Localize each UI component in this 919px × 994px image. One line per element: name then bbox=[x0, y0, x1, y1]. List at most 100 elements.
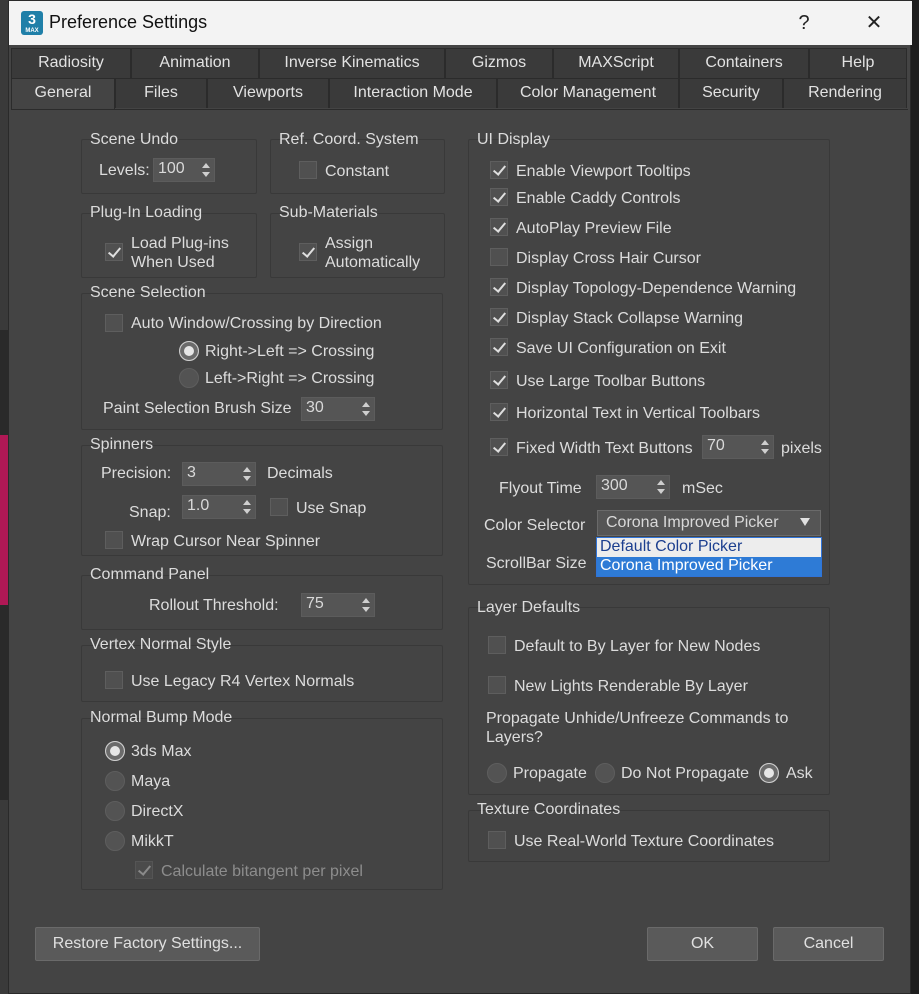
restore-factory-settings-button[interactable]: Restore Factory Settings... bbox=[35, 927, 260, 961]
flyout-time-value: 300 bbox=[601, 477, 628, 494]
brush-size-value: 30 bbox=[306, 399, 324, 416]
legacy-normals-label: Use Legacy R4 Vertex Normals bbox=[131, 673, 355, 690]
spinner-arrows-icon[interactable] bbox=[242, 498, 252, 516]
spinner-arrows-icon[interactable] bbox=[242, 465, 252, 483]
ask-radio[interactable] bbox=[759, 763, 779, 783]
tab-maxscript[interactable]: MAXScript bbox=[553, 48, 679, 78]
ref-coord-title: Ref. Coord. System bbox=[279, 131, 419, 148]
tab-radiosity[interactable]: Radiosity bbox=[11, 48, 131, 78]
fixed-width-label: Fixed Width Text Buttons bbox=[516, 440, 693, 457]
color-selector-dropdown[interactable]: Corona Improved Picker bbox=[597, 510, 821, 536]
save-ui-config-checkbox[interactable] bbox=[490, 338, 508, 356]
fixed-width-spinner[interactable]: 70 bbox=[702, 435, 774, 459]
app-logo-icon: 3 MAX bbox=[21, 11, 43, 35]
tab-security[interactable]: Security bbox=[679, 78, 783, 108]
cross-hair-label: Display Cross Hair Cursor bbox=[516, 250, 701, 267]
cross-hair-checkbox[interactable] bbox=[490, 248, 508, 266]
bump-directx-radio[interactable] bbox=[105, 801, 125, 821]
background-strip-right bbox=[911, 0, 919, 994]
fixed-width-checkbox[interactable] bbox=[490, 438, 508, 456]
spinner-arrows-icon[interactable] bbox=[361, 596, 371, 614]
right-left-crossing-radio[interactable] bbox=[179, 341, 199, 361]
preference-settings-dialog: 3 MAX Preference Settings ? ✕ Radiosity A… bbox=[8, 0, 912, 994]
rollout-threshold-label: Rollout Threshold: bbox=[149, 597, 279, 614]
lights-by-layer-checkbox[interactable] bbox=[488, 676, 506, 694]
propagate-question-2: Layers? bbox=[486, 729, 543, 746]
do-not-propagate-radio[interactable] bbox=[595, 763, 615, 783]
viewport-tooltips-checkbox[interactable] bbox=[490, 161, 508, 179]
tab-inverse-kinematics[interactable]: Inverse Kinematics bbox=[259, 48, 445, 78]
sub-materials-title: Sub-Materials bbox=[279, 204, 378, 221]
rollout-threshold-value: 75 bbox=[306, 595, 324, 612]
propagate-question-1: Propagate Unhide/Unfreeze Commands to bbox=[486, 710, 789, 727]
by-layer-nodes-checkbox[interactable] bbox=[488, 636, 506, 654]
auto-window-crossing-checkbox[interactable] bbox=[105, 314, 123, 332]
bump-maya-radio[interactable] bbox=[105, 771, 125, 791]
option-corona-improved-picker[interactable]: Corona Improved Picker bbox=[597, 557, 821, 576]
spinner-arrows-icon[interactable] bbox=[656, 478, 666, 496]
cancel-button[interactable]: Cancel bbox=[773, 927, 884, 961]
command-panel-title: Command Panel bbox=[90, 566, 210, 583]
spinner-arrows-icon[interactable] bbox=[201, 161, 211, 179]
tab-interaction-mode[interactable]: Interaction Mode bbox=[329, 78, 497, 108]
option-default-color-picker[interactable]: Default Color Picker bbox=[597, 538, 821, 557]
brush-size-spinner[interactable]: 30 bbox=[301, 397, 375, 421]
lights-by-layer-label: New Lights Renderable By Layer bbox=[514, 678, 748, 695]
wrap-cursor-checkbox[interactable] bbox=[105, 531, 123, 549]
flyout-time-label: Flyout Time bbox=[499, 480, 582, 497]
tab-gizmos[interactable]: Gizmos bbox=[445, 48, 553, 78]
plugin-loading-title: Plug-In Loading bbox=[90, 204, 203, 221]
large-toolbar-checkbox[interactable] bbox=[490, 371, 508, 389]
topology-warning-checkbox[interactable] bbox=[490, 278, 508, 296]
precision-spinner[interactable]: 3 bbox=[182, 462, 256, 486]
bump-mikkt-radio[interactable] bbox=[105, 831, 125, 851]
by-layer-nodes-label: Default to By Layer for New Nodes bbox=[514, 638, 761, 655]
load-plugins-checkbox[interactable] bbox=[105, 243, 123, 261]
tab-files[interactable]: Files bbox=[115, 78, 207, 108]
realworld-coords-checkbox[interactable] bbox=[488, 831, 506, 849]
spinner-arrows-icon[interactable] bbox=[361, 400, 371, 418]
snap-label: Snap: bbox=[129, 504, 171, 521]
constant-checkbox[interactable] bbox=[299, 161, 317, 179]
scene-selection-title: Scene Selection bbox=[90, 284, 206, 301]
tab-general[interactable]: General bbox=[11, 78, 115, 110]
ui-display-title: UI Display bbox=[477, 131, 550, 148]
tab-rendering[interactable]: Rendering bbox=[783, 78, 907, 108]
bump-3dsmax-radio[interactable] bbox=[105, 741, 125, 761]
propagate-radio[interactable] bbox=[487, 763, 507, 783]
msec-label: mSec bbox=[682, 480, 723, 497]
horizontal-text-checkbox[interactable] bbox=[490, 403, 508, 421]
tab-animation[interactable]: Animation bbox=[131, 48, 259, 78]
normal-bump-title: Normal Bump Mode bbox=[90, 709, 233, 726]
rollout-threshold-spinner[interactable]: 75 bbox=[301, 593, 375, 617]
close-button[interactable]: ✕ bbox=[859, 9, 889, 37]
autoplay-preview-checkbox[interactable] bbox=[490, 218, 508, 236]
levels-spinner[interactable]: 100 bbox=[153, 158, 215, 182]
caddy-controls-checkbox[interactable] bbox=[490, 188, 508, 206]
flyout-time-spinner[interactable]: 300 bbox=[596, 475, 670, 499]
bump-maya-label: Maya bbox=[131, 773, 171, 790]
ok-button[interactable]: OK bbox=[647, 927, 758, 961]
assign-automatically-checkbox[interactable] bbox=[299, 243, 317, 261]
chevron-down-icon bbox=[800, 518, 810, 526]
layer-defaults-title: Layer Defaults bbox=[477, 599, 581, 616]
precision-label: Precision: bbox=[101, 465, 172, 482]
snap-spinner[interactable]: 1.0 bbox=[182, 495, 256, 519]
legacy-normals-checkbox[interactable] bbox=[105, 671, 123, 689]
left-right-crossing-radio[interactable] bbox=[179, 368, 199, 388]
snap-value: 1.0 bbox=[187, 497, 210, 514]
bump-3dsmax-label: 3ds Max bbox=[131, 743, 192, 760]
spinner-arrows-icon[interactable] bbox=[760, 438, 770, 456]
bitangent-checkbox bbox=[135, 861, 153, 879]
use-snap-checkbox[interactable] bbox=[270, 498, 288, 516]
tab-help[interactable]: Help bbox=[809, 48, 907, 78]
viewport-tooltips-label: Enable Viewport Tooltips bbox=[516, 163, 691, 180]
help-button[interactable]: ? bbox=[789, 9, 819, 37]
tab-viewports[interactable]: Viewports bbox=[207, 78, 329, 108]
tab-containers[interactable]: Containers bbox=[679, 48, 809, 78]
realworld-coords-label: Use Real-World Texture Coordinates bbox=[514, 833, 774, 850]
stack-collapse-checkbox[interactable] bbox=[490, 308, 508, 326]
tab-color-management[interactable]: Color Management bbox=[497, 78, 679, 108]
wrap-cursor-label: Wrap Cursor Near Spinner bbox=[131, 533, 321, 550]
levels-value: 100 bbox=[158, 160, 185, 177]
